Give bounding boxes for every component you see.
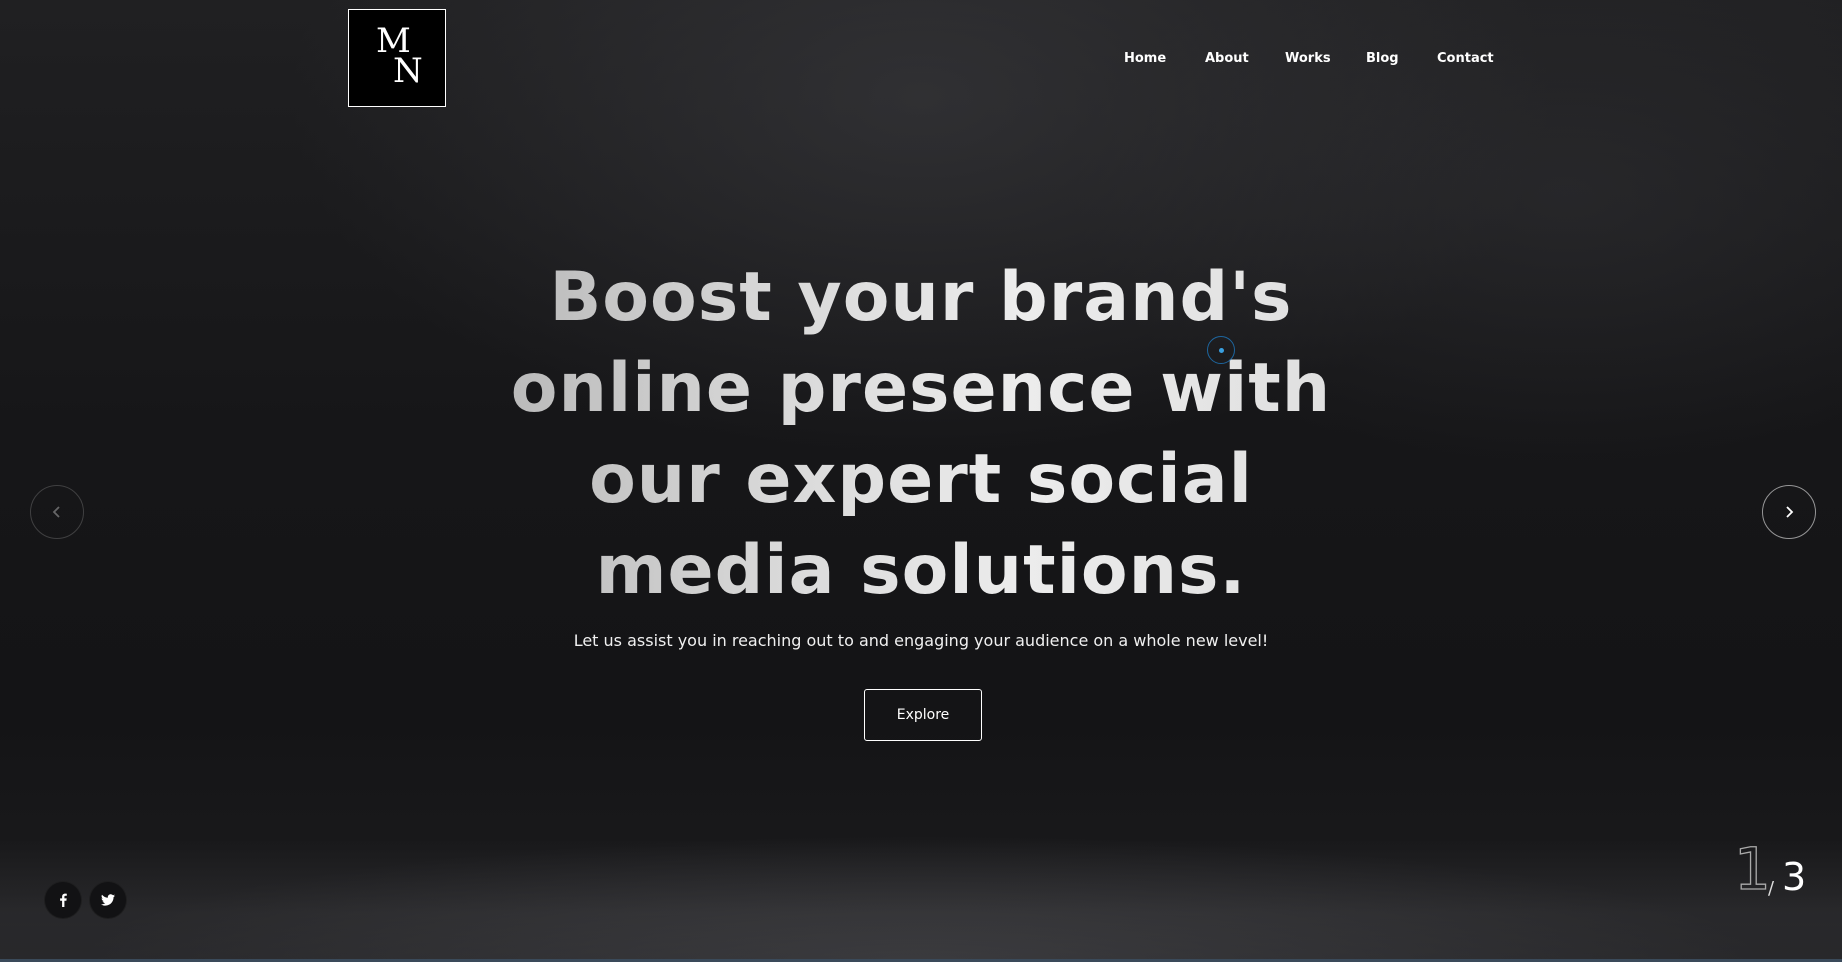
nav-contact[interactable]: Contact: [1437, 51, 1494, 66]
twitter-icon: [101, 894, 115, 906]
chevron-left-icon: [52, 506, 60, 518]
slider-prev-button[interactable]: [30, 485, 84, 539]
hero-headline: Boost your brand's online presence with …: [421, 252, 1421, 616]
hero-subtitle: Let us assist you in reaching out to and…: [573, 631, 1269, 650]
brand-logo[interactable]: M N: [348, 9, 446, 107]
logo-letter-n: N: [393, 51, 423, 91]
explore-button[interactable]: Explore: [864, 689, 982, 741]
headline-line: online presence with: [510, 349, 1332, 428]
slide-total: 3: [1782, 855, 1807, 899]
slide-current: 1: [1733, 835, 1771, 903]
chevron-right-icon: [1786, 506, 1794, 518]
cursor-dot: [1219, 348, 1224, 353]
hero-floor: [0, 840, 1842, 962]
slide-counter: 1 / 3: [1730, 835, 1830, 910]
nav-about[interactable]: About: [1205, 51, 1249, 66]
headline-line: our expert social: [589, 440, 1253, 519]
twitter-link[interactable]: [89, 881, 127, 919]
headline-line: Boost your brand's: [549, 258, 1293, 337]
headline-line: media solutions.: [595, 531, 1247, 610]
facebook-link[interactable]: [44, 881, 82, 919]
nav-blog[interactable]: Blog: [1366, 51, 1399, 66]
nav-home[interactable]: Home: [1124, 51, 1166, 66]
facebook-icon: [60, 893, 67, 907]
slider-next-button[interactable]: [1762, 485, 1816, 539]
slide-separator: /: [1768, 878, 1775, 899]
nav-works[interactable]: Works: [1285, 51, 1331, 66]
